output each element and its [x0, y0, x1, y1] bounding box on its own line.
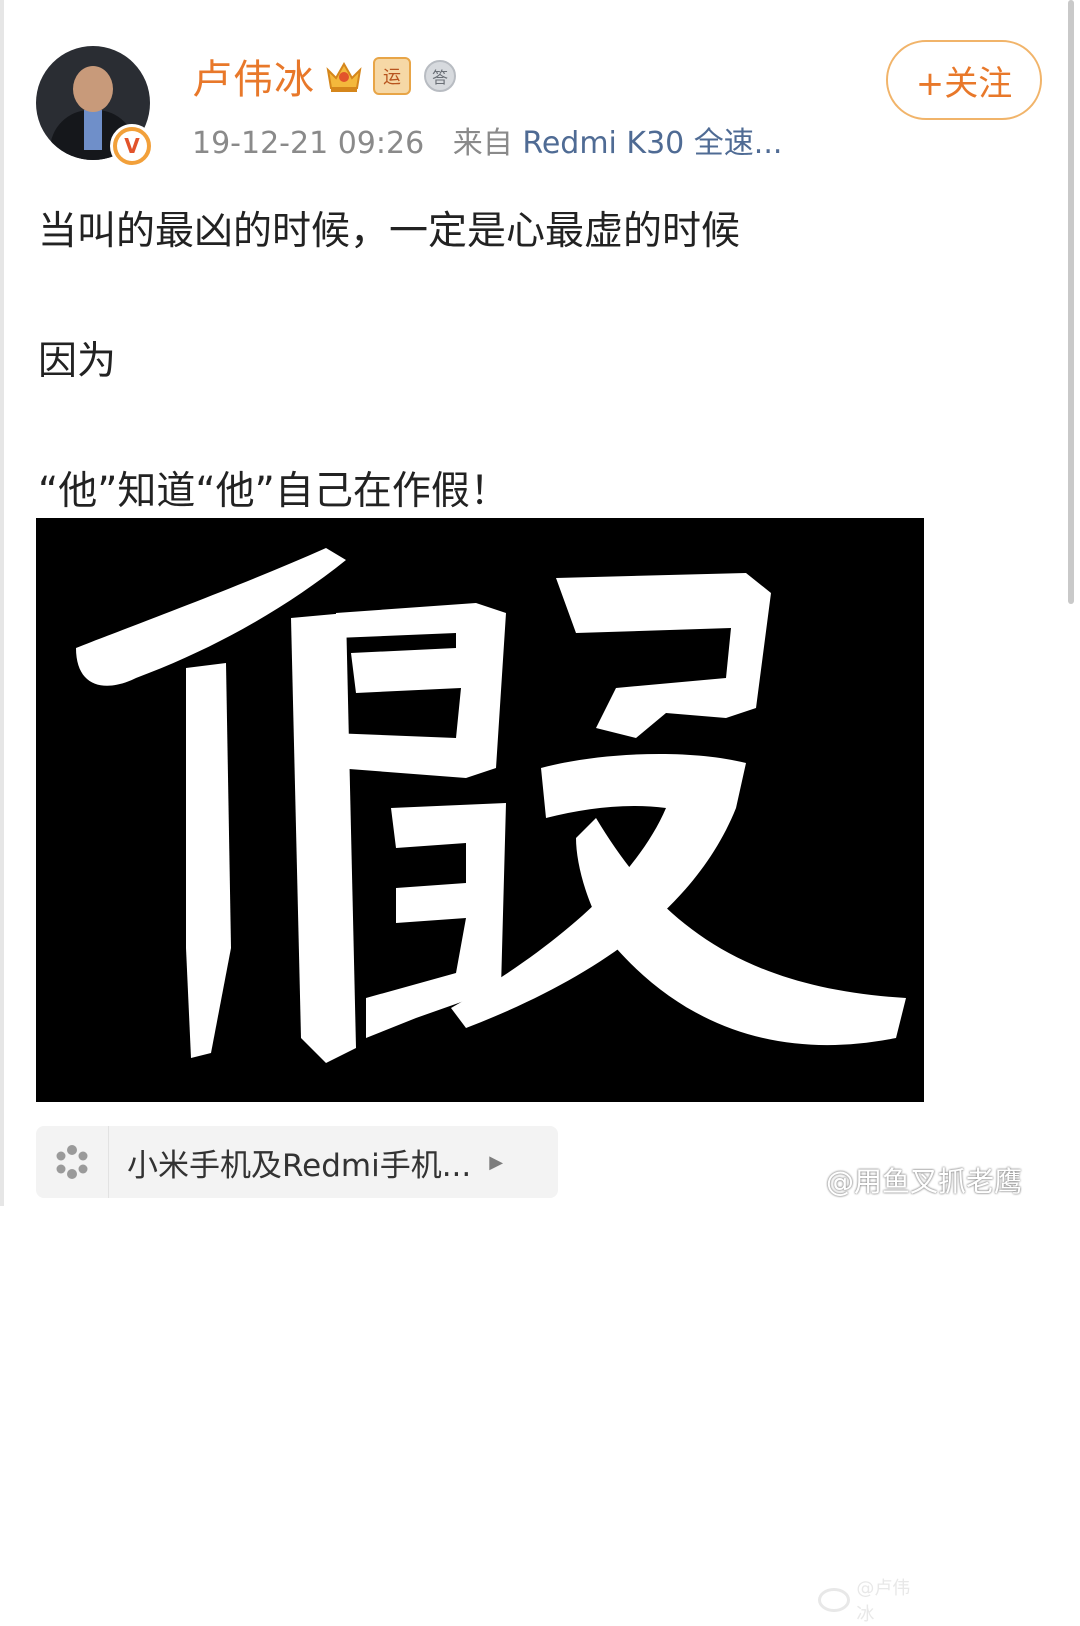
author-header: 卢伟冰 运 答	[192, 48, 459, 104]
verified-badge: V	[110, 124, 154, 168]
source-link[interactable]: Redmi K30 全速...	[522, 126, 782, 161]
chevron-right-icon: ▶	[489, 1151, 504, 1173]
post-image[interactable]: 假 @卢伟冰	[36, 518, 924, 1625]
timestamp: 19-12-21 09:26	[192, 126, 425, 161]
post-line-2: 因为	[38, 339, 117, 384]
post-meta: 19-12-21 09:26 来自 Redmi K30 全速...	[192, 118, 782, 162]
badge-yun[interactable]: 运	[373, 57, 411, 95]
badge-da: 答	[424, 60, 456, 92]
scrollbar[interactable]	[1068, 0, 1074, 604]
calligraphy-jia: 假	[76, 548, 906, 1063]
page-edge	[0, 0, 4, 1206]
weibo-icon	[818, 1588, 851, 1612]
topic-label: 小米手机及Redmi手机...	[127, 1147, 472, 1184]
image-watermark: @卢伟冰	[818, 1574, 924, 1626]
post-line-3: “他”知道“他”自己在作假！	[38, 469, 509, 514]
crown-icon[interactable]	[325, 57, 363, 95]
avatar-shirt	[84, 110, 102, 150]
user-name[interactable]: 卢伟冰	[192, 47, 315, 105]
source-prefix: 来自	[452, 126, 513, 161]
follow-button[interactable]: +关注	[886, 40, 1042, 120]
footer-watermark: @用鱼叉抓老鹰	[826, 1165, 1023, 1198]
medal-icon[interactable]: 答	[421, 57, 459, 95]
pinwheel-icon	[36, 1126, 109, 1198]
topic-chip[interactable]: 小米手机及Redmi手机... ▶	[36, 1126, 558, 1198]
avatar-head	[73, 66, 113, 112]
post-line-1: 当叫的最凶的时候，一定是心最虚的时候	[38, 209, 741, 254]
